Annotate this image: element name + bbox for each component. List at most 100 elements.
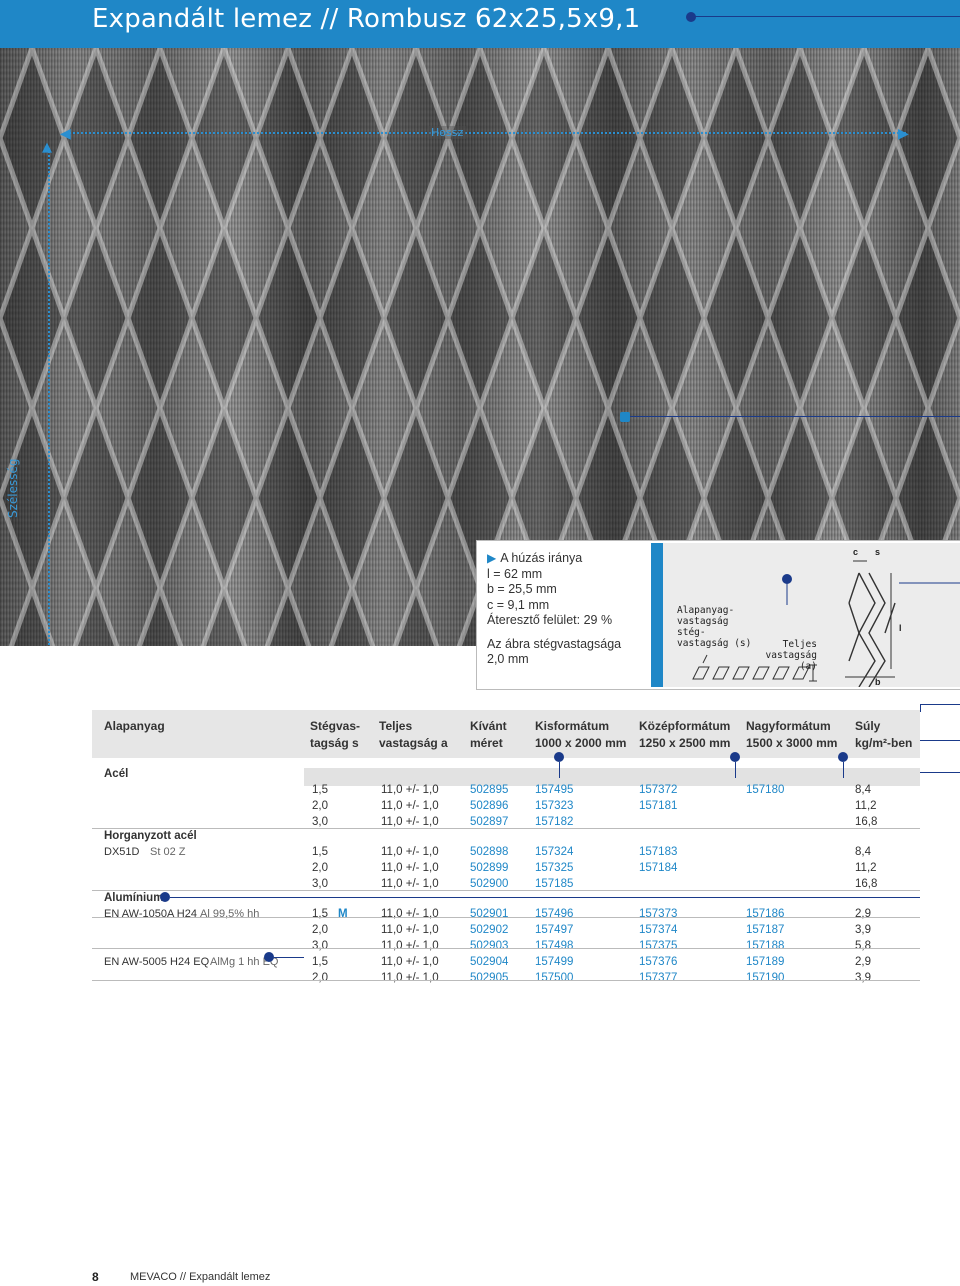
table-header: Alapanyag Stégvas-tagság s Teljes vastags… — [92, 710, 920, 758]
play-icon: ▶ — [487, 551, 497, 565]
footer-text: MEVACO // Expandált lemez — [130, 1271, 271, 1283]
cell-material: EN AW-5005 H24 EQ — [104, 956, 210, 968]
note-line-1: Az ábra stégvastagsága — [487, 636, 622, 651]
cell-strand: 1,5 — [312, 956, 328, 968]
info-box: ▶ A húzás iránya l = 62 mm b = 25,5 mm c … — [476, 540, 960, 690]
callout-dot-large — [730, 752, 740, 762]
cell-custom: 502902 — [470, 924, 509, 936]
cell-strand: 2,0 — [312, 972, 328, 984]
rule-galv — [92, 890, 920, 891]
cell-small: 157323 — [535, 800, 574, 812]
b-value: b = 25,5 mm — [487, 582, 557, 596]
cell-custom: 502898 — [470, 846, 509, 858]
width-arrow — [48, 148, 50, 646]
arrow-right-icon: ▶ — [898, 126, 909, 142]
table-row: EN AW-5005 H24 EQ AlMg 1 hh EQ 1,5 11,0 +/-… — [92, 956, 920, 971]
table-row: 1,5 11,0 +/- 1,0 502895 157495 157372 157180 8… — [92, 784, 920, 799]
cell-small: 157325 — [535, 862, 574, 874]
length-label: Hossz — [428, 126, 467, 139]
cell-custom: 502901 — [470, 908, 509, 920]
cell-total: 11,0 +/- 1,0 — [381, 956, 439, 968]
table-row: 2,0 11,0 +/- 1,0 502902 157497 157374 157187 3… — [92, 924, 920, 939]
callout-dot-small — [554, 752, 564, 762]
cell-medium: 157184 — [639, 862, 678, 874]
cell-medium: 157373 — [639, 908, 678, 920]
cell-total: 11,0 +/- 1,0 — [381, 924, 439, 936]
table-row: 2,0 11,0 +/- 1,0 502899 157325 157184 11,2 — [92, 862, 920, 877]
cell-custom: 502899 — [470, 862, 509, 874]
cell-total: 11,0 +/- 1,0 — [381, 862, 439, 874]
cell-medium: 157375 — [639, 940, 678, 952]
cell-material: EN AW-1050A H24 — [104, 908, 197, 920]
cell-material-alt: St 02 Z — [150, 846, 186, 858]
cell-weight: 2,9 — [855, 908, 871, 920]
side-vline-1 — [920, 704, 921, 712]
note-line-2: 2,0 mm — [487, 652, 529, 666]
diagram-panel: Alapanyag- vastagság stég- vastagság (s)… — [663, 543, 960, 687]
cell-strand: 1,5 — [312, 846, 328, 858]
cell-large: 157188 — [746, 940, 785, 952]
cell-strand: 2,0 — [312, 924, 328, 936]
cell-weight: 11,2 — [855, 800, 877, 812]
header-medium: Középformátum 1250 x 2500 mm — [639, 719, 731, 750]
title-bar: Expandált lemez // Rombusz 62x25,5x9,1 — [0, 0, 960, 48]
callout-hline-alu — [170, 897, 920, 898]
cell-large: 157190 — [746, 972, 785, 984]
header-strand: Stégvas-tagság s — [310, 719, 361, 750]
arrow-left-icon: ◀ — [60, 126, 71, 142]
callout-square — [620, 412, 630, 422]
side-line-3 — [920, 772, 960, 773]
cell-large: 157180 — [746, 784, 785, 796]
title-marker-dot — [686, 12, 696, 22]
cell-material-alt: Al 99,5% hh — [200, 908, 260, 920]
cell-total: 11,0 +/- 1,0 — [381, 940, 439, 952]
callout-vline-small — [559, 762, 560, 778]
cell-strand: 2,0 — [312, 862, 328, 874]
cell-large: 157187 — [746, 924, 785, 936]
arrow-up-icon: ▲ — [42, 140, 52, 155]
cell-material: DX51D — [104, 846, 140, 858]
svg-text:b: b — [875, 677, 881, 687]
cell-weight: 8,4 — [855, 784, 871, 796]
cell-total: 11,0 +/- 1,0 — [381, 800, 439, 812]
header-custom: Kívánt méret — [470, 719, 507, 750]
cell-custom: 502897 — [470, 816, 509, 828]
direction-text: A húzás iránya — [500, 551, 583, 565]
width-label: Szélesség — [6, 458, 20, 518]
cell-strand: 1,5 — [312, 784, 328, 796]
cell-small: 157498 — [535, 940, 574, 952]
callout-dot-weight — [838, 752, 848, 762]
cell-large: 157189 — [746, 956, 785, 968]
cell-total: 11,0 +/- 1,0 — [381, 908, 439, 920]
cell-strand: 3,0 — [312, 878, 328, 890]
title-marker-line — [690, 16, 960, 17]
header-weight: Súly kg/m²-ben — [855, 719, 913, 750]
cell-total: 11,0 +/- 1,0 — [381, 972, 439, 984]
header-large: Nagyformátum 1500 x 3000 mm — [746, 719, 838, 750]
cell-large: 157186 — [746, 908, 785, 920]
cell-custom: 502905 — [470, 972, 509, 984]
cell-total: 11,0 +/- 1,0 — [381, 816, 439, 828]
callout-vline-weight — [843, 762, 844, 778]
cell-weight: 2,9 — [855, 956, 871, 968]
cell-medium: 157372 — [639, 784, 678, 796]
cell-small: 157496 — [535, 908, 574, 920]
cell-strand: 3,0 — [312, 816, 328, 828]
callout-hline-alumg — [274, 957, 304, 958]
cell-total: 11,0 +/- 1,0 — [381, 878, 439, 890]
callout-dot-alumg — [264, 952, 274, 962]
svg-text:l: l — [899, 623, 902, 633]
cell-medium: 157374 — [639, 924, 678, 936]
rule-alu2 — [92, 948, 920, 949]
open-area: Áteresztő felület: 29 % — [487, 613, 613, 627]
cell-medium: 157181 — [639, 800, 678, 812]
svg-text:s: s — [875, 547, 880, 557]
profile-diagram: c s l b — [692, 547, 960, 687]
cell-strand: 1,5 — [312, 908, 328, 920]
cell-small: 157182 — [535, 816, 574, 828]
callout-line — [630, 416, 960, 417]
cell-strand: 2,0 — [312, 800, 328, 812]
callout-vline-large — [735, 762, 736, 778]
svg-text:c: c — [853, 547, 858, 557]
length-arrow — [66, 132, 906, 134]
